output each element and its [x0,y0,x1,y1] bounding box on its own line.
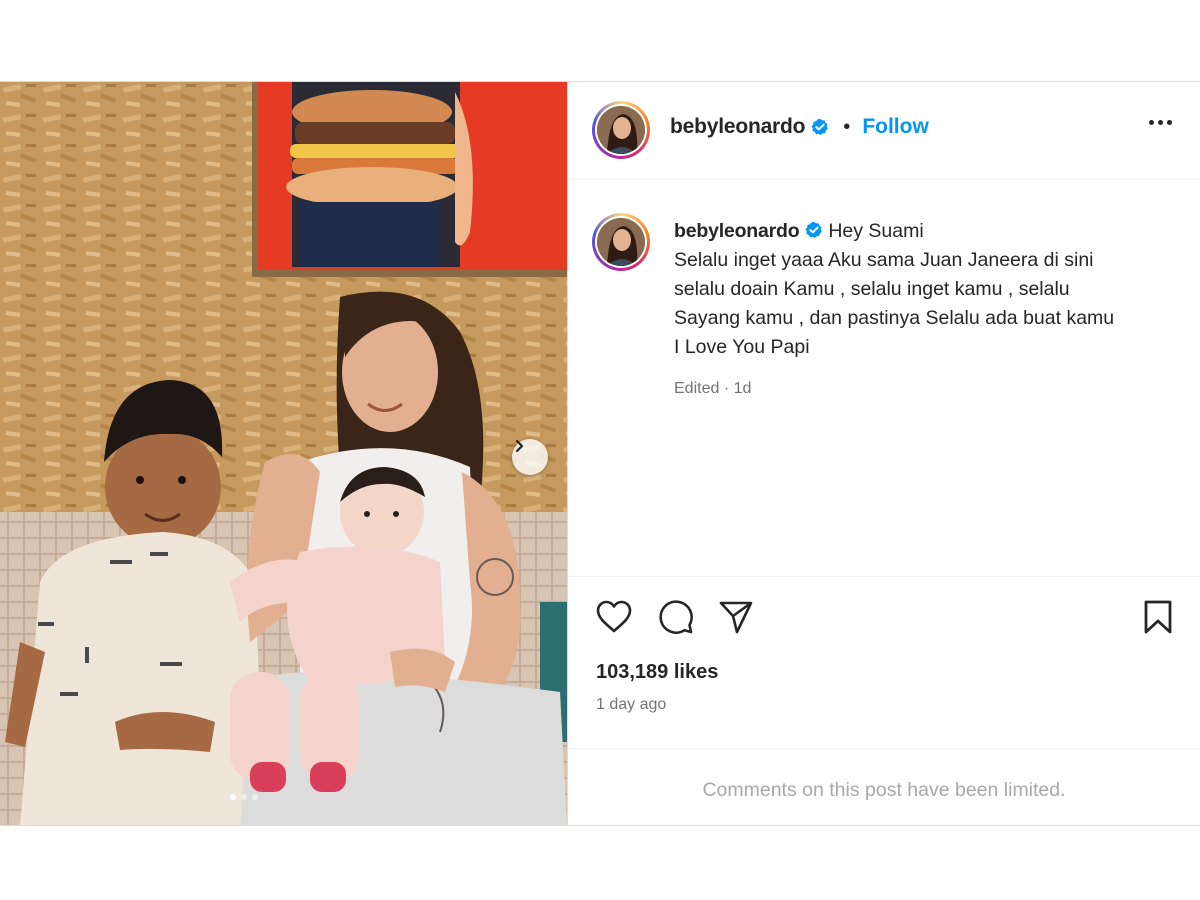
more-options-button[interactable] [1149,120,1172,125]
heart-icon [596,600,632,633]
caption-username[interactable]: bebyleonardo [674,220,800,242]
avatar [597,106,645,154]
post-header: bebyleonardo • Follow [568,82,1200,180]
post-timestamp[interactable]: 1 day ago [596,696,666,714]
carousel-dot-3 [252,794,258,800]
comment-icon [659,600,693,634]
photo-illustration [0,82,567,825]
instagram-post: bebyleonardo • Follow bebyleonardo Hey S… [0,81,1200,826]
comments-area: Comments on this post have been limited. [568,748,1200,825]
separator-dot: • [843,115,851,138]
avatar-image [597,218,645,266]
comment-button[interactable] [656,597,696,637]
caption-greeting: Hey Suami [828,220,924,242]
next-photo-button[interactable] [512,439,548,475]
share-button[interactable] [716,597,756,637]
save-button[interactable] [1138,597,1178,637]
verified-badge-icon [811,118,829,135]
avatar-frame [595,216,647,268]
avatar-frame [595,104,647,156]
comments-limited-notice: Comments on this post have been limited. [702,779,1066,801]
more-dot [1158,120,1163,125]
avatar-image [597,106,645,154]
send-icon [719,601,753,634]
caption-line: selalu doain Kamu , selalu inget kamu , … [674,278,1070,300]
post-username[interactable]: bebyleonardo [670,115,805,139]
post-side-panel: bebyleonardo • Follow bebyleonardo Hey S… [567,82,1200,825]
chevron-right-icon [515,439,524,453]
caption-line: Selalu inget yaaa Aku sama Juan Janeera … [674,249,1094,271]
more-dot [1167,120,1172,125]
verified-badge-icon [805,221,822,238]
caption-line: Sayang kamu , dan pastinya Selalu ada bu… [674,307,1115,329]
follow-button[interactable]: Follow [862,115,929,139]
like-button[interactable] [594,597,634,637]
header-user-line: bebyleonardo • Follow [670,115,929,139]
action-icons [594,597,1178,637]
caption-first-line: bebyleonardo Hey Suami [674,217,1194,246]
bookmark-icon [1144,600,1172,634]
caption-text: bebyleonardo Hey Suami Selalu inget yaaa… [674,217,1194,403]
profile-avatar[interactable] [592,101,650,159]
likes-count[interactable]: 103,189 likes [596,661,718,684]
caption-avatar[interactable] [592,213,650,271]
more-dot [1149,120,1154,125]
caption-meta: Edited · 1d [674,380,752,397]
post-actions: 103,189 likes 1 day ago [568,576,1200,749]
caption-line: I Love You Papi [674,336,810,358]
carousel-dot-2 [241,794,247,800]
avatar [597,218,645,266]
carousel-dot-1 [230,794,236,800]
carousel-indicator [230,794,258,800]
post-photo[interactable] [0,82,567,825]
